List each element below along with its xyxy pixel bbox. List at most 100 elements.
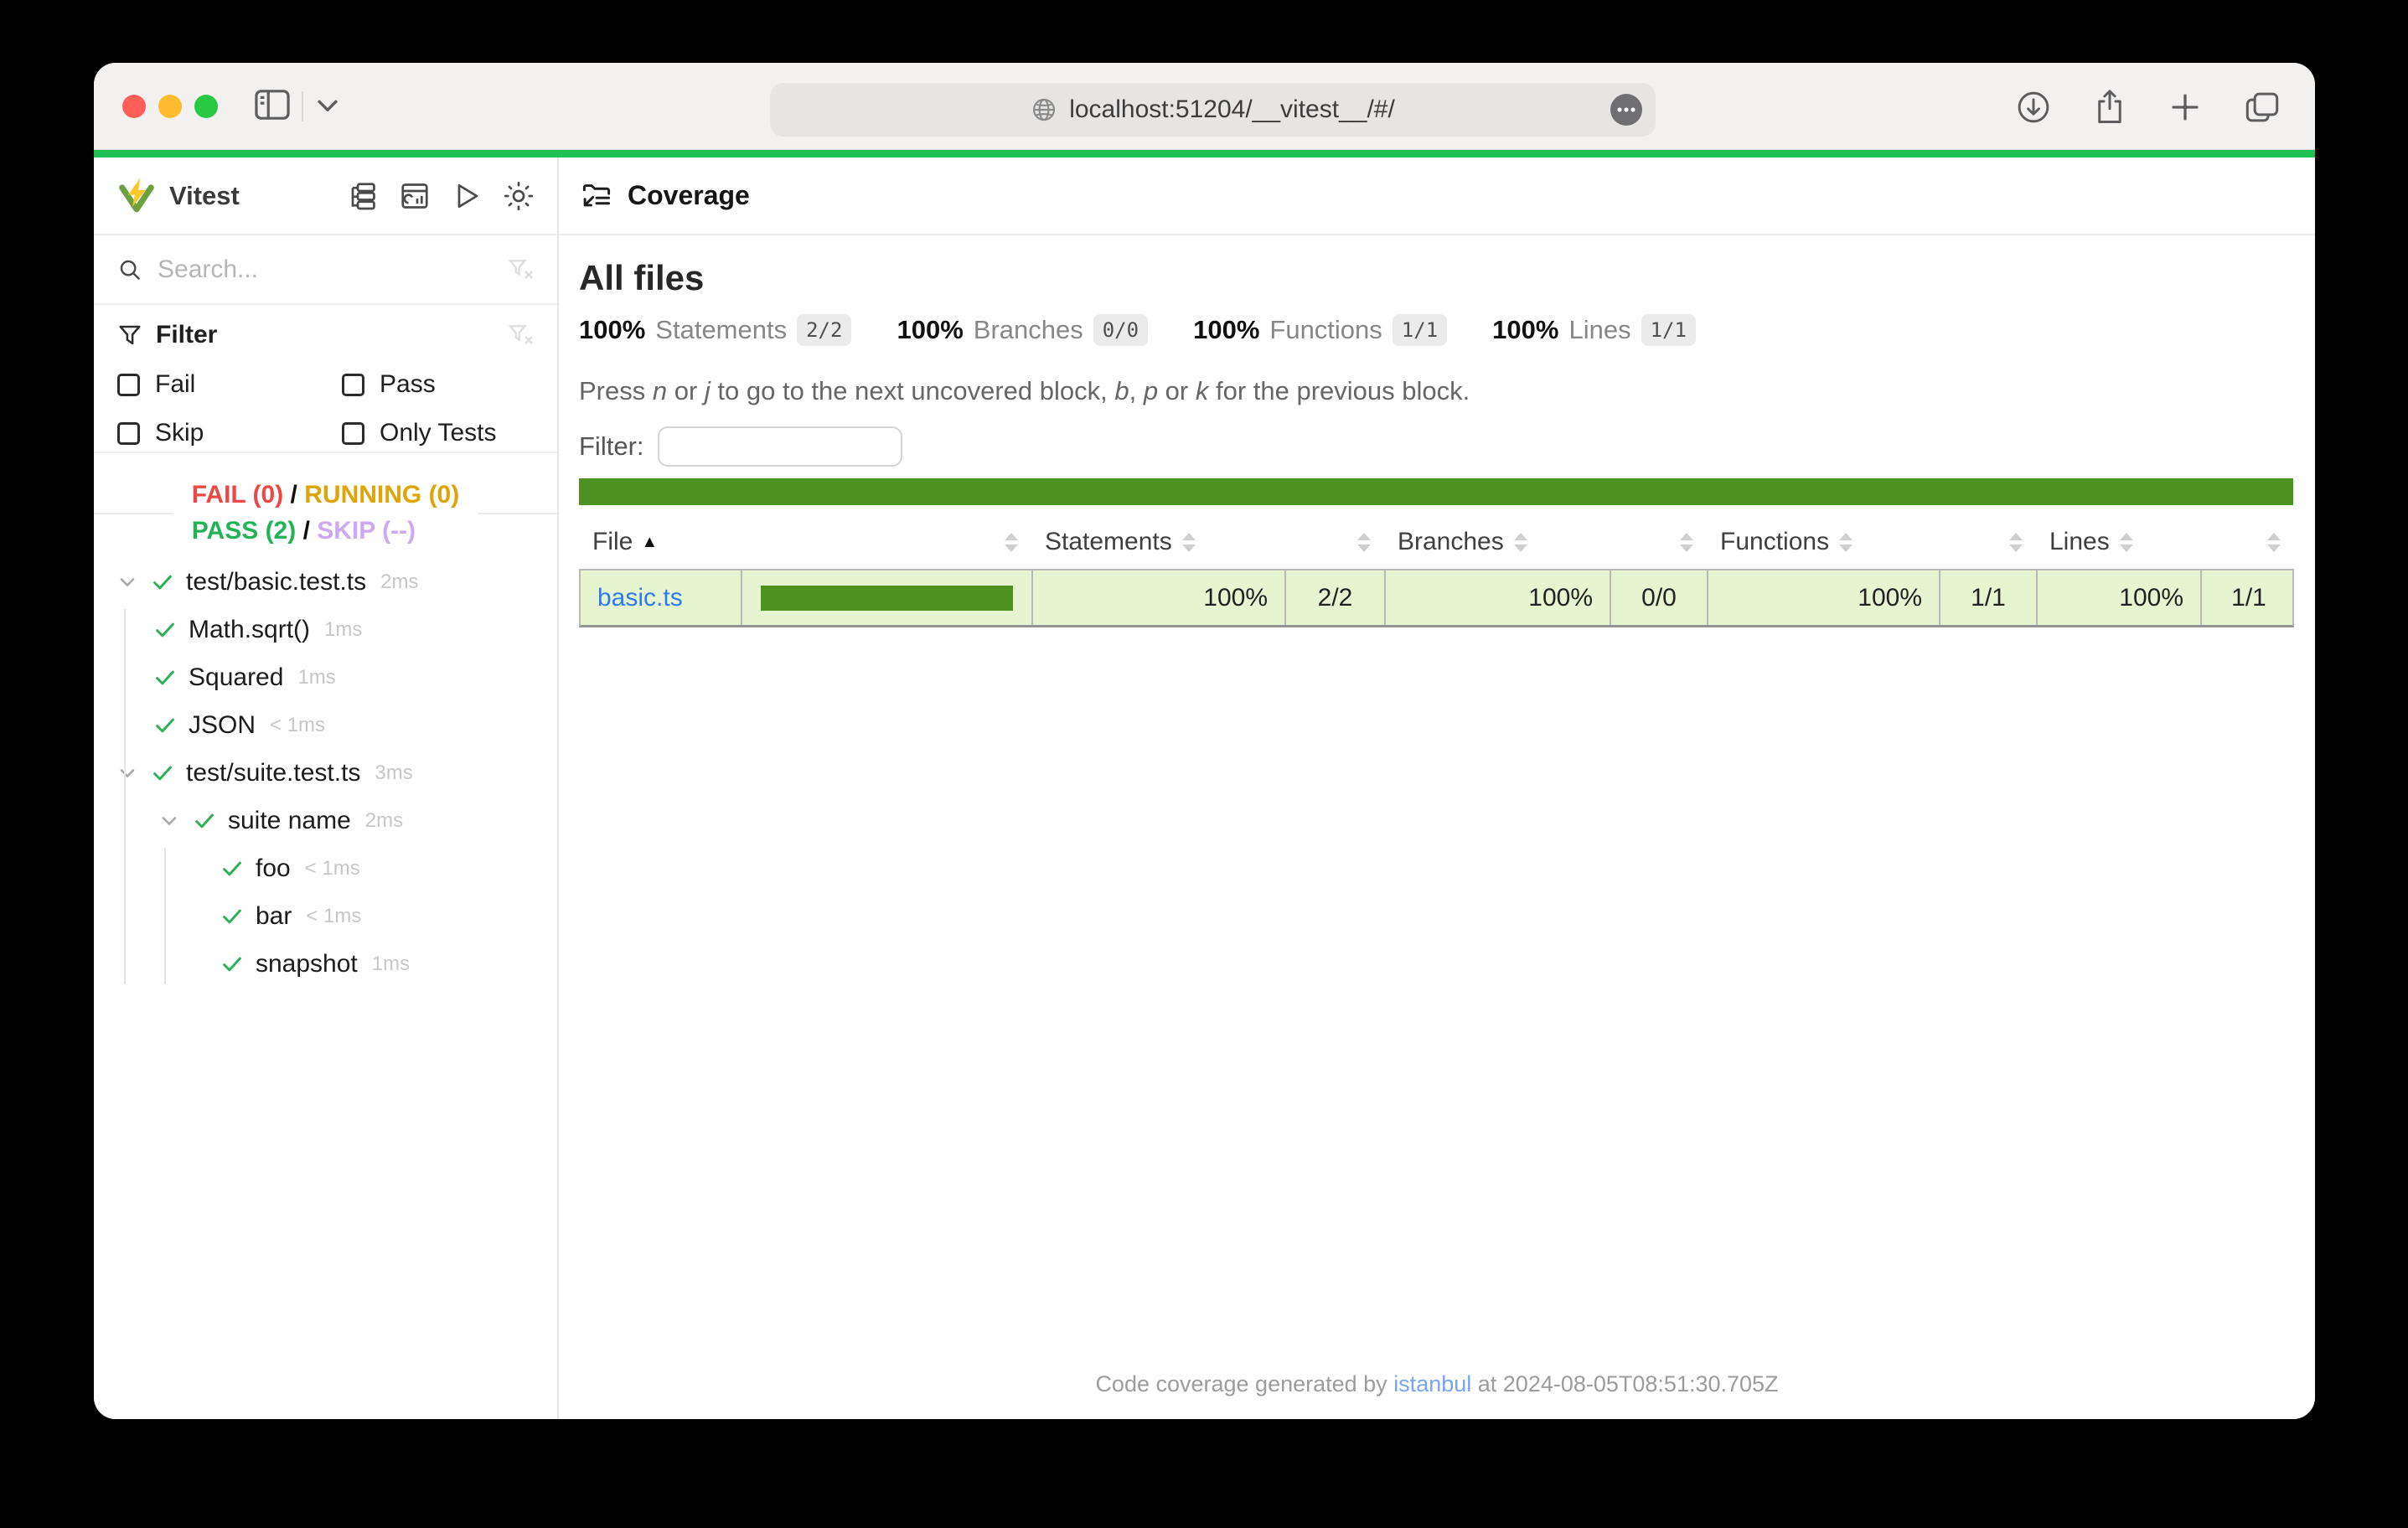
search-input[interactable] bbox=[158, 256, 492, 284]
vitest-logo-icon bbox=[117, 177, 156, 215]
pass-check-icon bbox=[192, 808, 217, 834]
stat-fraction-badge: 2/2 bbox=[797, 314, 851, 346]
tree-item-file[interactable]: test/basic.test.ts 2ms bbox=[94, 558, 557, 606]
clear-search-filter-icon[interactable] bbox=[507, 256, 534, 283]
column-header-lines-abs[interactable] bbox=[2200, 533, 2294, 552]
stat-statements: 100% Statements 2/2 bbox=[579, 314, 851, 346]
column-header-lines[interactable]: Lines bbox=[2036, 528, 2200, 556]
tree-view-icon[interactable] bbox=[348, 181, 378, 211]
url-text: localhost:51204/__vitest__/#/ bbox=[1069, 96, 1395, 124]
run-summary: FAIL (0) / RUNNING (0) PASS (2) / SKIP (… bbox=[94, 453, 557, 558]
stat-lines: 100% Lines 1/1 bbox=[1492, 314, 1696, 346]
file-coverage-bar-fill bbox=[761, 586, 1013, 611]
pass-check-icon bbox=[152, 665, 178, 690]
sidebar: Vitest bbox=[94, 157, 559, 1419]
zoom-window-button[interactable] bbox=[194, 95, 218, 118]
branches-frac-cell: 0/0 bbox=[1611, 570, 1708, 625]
istanbul-link[interactable]: istanbul bbox=[1393, 1371, 1471, 1396]
checkbox-icon[interactable] bbox=[342, 374, 364, 396]
browser-window: localhost:51204/__vitest__/#/ bbox=[94, 63, 2315, 1419]
pass-check-icon bbox=[150, 761, 175, 786]
filter-checkbox-only-tests[interactable]: Only Tests bbox=[342, 419, 534, 447]
chevron-down-icon[interactable] bbox=[116, 761, 139, 785]
pass-check-icon bbox=[220, 952, 245, 977]
tree-item-test[interactable]: Squared 1ms bbox=[94, 653, 557, 701]
sorter-icon bbox=[2009, 533, 2023, 552]
tree-item-test[interactable]: JSON < 1ms bbox=[94, 701, 557, 749]
tree-item-test[interactable]: bar < 1ms bbox=[94, 892, 557, 940]
pass-check-icon bbox=[220, 904, 245, 929]
sorter-icon bbox=[1680, 533, 1693, 552]
filter-checkbox-skip[interactable]: Skip bbox=[117, 419, 342, 447]
file-cell: basic.ts bbox=[581, 570, 742, 625]
stat-fraction-badge: 1/1 bbox=[1641, 314, 1696, 346]
branches-pct-cell: 100% bbox=[1386, 570, 1611, 625]
column-header-graph[interactable] bbox=[741, 533, 1031, 552]
tab-overview-icon[interactable] bbox=[2243, 89, 2281, 126]
sidebar-toggle-icon[interactable] bbox=[253, 88, 292, 121]
checkbox-icon[interactable] bbox=[117, 374, 140, 396]
chevron-down-icon[interactable] bbox=[116, 570, 139, 594]
coverage-body: All files 100% Statements 2/2 100% Branc… bbox=[559, 235, 2315, 1419]
sorter-icon bbox=[1839, 533, 1853, 552]
filter-section: Filter Fail Pass bbox=[94, 305, 557, 453]
toolbar-separator bbox=[302, 91, 303, 121]
share-icon[interactable] bbox=[2092, 88, 2127, 126]
downloads-icon[interactable] bbox=[2015, 89, 2052, 126]
summary-line-2: PASS (2) / SKIP (--) bbox=[192, 513, 459, 549]
statements-frac-cell: 2/2 bbox=[1286, 570, 1386, 625]
column-header-statements-abs[interactable] bbox=[1284, 533, 1384, 552]
traffic-lights bbox=[122, 95, 218, 118]
file-link[interactable]: basic.ts bbox=[597, 584, 683, 612]
stat-fraction-badge: 1/1 bbox=[1393, 314, 1447, 346]
coverage-filter-input[interactable] bbox=[658, 426, 902, 467]
sorter-icon bbox=[1514, 533, 1527, 552]
dashboard-icon[interactable] bbox=[400, 181, 430, 211]
main-panel: Coverage All files 100% Statements 2/2 1… bbox=[559, 157, 2315, 1419]
sidebar-header: Vitest bbox=[94, 157, 557, 235]
chevron-down-icon[interactable] bbox=[313, 96, 342, 116]
tree-item-test[interactable]: Math.sqrt() 1ms bbox=[94, 606, 557, 653]
tree-item-test[interactable]: snapshot 1ms bbox=[94, 940, 557, 988]
summary-line-1: FAIL (0) / RUNNING (0) bbox=[192, 477, 459, 513]
search-row bbox=[94, 235, 557, 305]
tree-item-test[interactable]: foo < 1ms bbox=[94, 844, 557, 892]
filter-checkbox-fail[interactable]: Fail bbox=[117, 370, 342, 399]
minimize-window-button[interactable] bbox=[158, 95, 182, 118]
checkbox-icon[interactable] bbox=[117, 422, 140, 445]
column-header-branches[interactable]: Branches bbox=[1384, 528, 1610, 556]
all-files-heading: All files bbox=[579, 257, 2293, 299]
keyboard-hint: Press n or j to go to the next uncovered… bbox=[579, 376, 2293, 406]
page-settings-button[interactable] bbox=[1610, 94, 1642, 126]
stat-branches: 100% Branches 0/0 bbox=[897, 314, 1148, 346]
coverage-stats: 100% Statements 2/2 100% Branches 0/0 10… bbox=[579, 314, 2293, 346]
functions-pct-cell: 100% bbox=[1708, 570, 1940, 625]
pass-check-icon bbox=[150, 570, 175, 595]
pass-check-icon bbox=[152, 713, 178, 738]
run-all-icon[interactable] bbox=[452, 181, 482, 211]
column-header-branches-abs[interactable] bbox=[1610, 533, 1707, 552]
theme-toggle-sun-icon[interactable] bbox=[504, 181, 534, 211]
chevron-down-icon[interactable] bbox=[158, 809, 181, 833]
column-header-functions[interactable]: Functions bbox=[1707, 528, 1939, 556]
column-header-file[interactable]: File▲ bbox=[579, 528, 741, 556]
filter-checkbox-pass[interactable]: Pass bbox=[342, 370, 534, 399]
column-header-functions-abs[interactable] bbox=[1939, 533, 2036, 552]
new-tab-icon[interactable] bbox=[2168, 90, 2203, 125]
test-tree: test/basic.test.ts 2ms Math.sqrt() 1ms S… bbox=[94, 558, 557, 1419]
sort-asc-icon: ▲ bbox=[641, 533, 658, 552]
checkbox-icon[interactable] bbox=[342, 422, 364, 445]
address-bar[interactable]: localhost:51204/__vitest__/#/ bbox=[770, 83, 1656, 137]
column-header-statements[interactable]: Statements bbox=[1031, 528, 1284, 556]
tree-item-file[interactable]: test/suite.test.ts 3ms bbox=[94, 749, 557, 797]
funnel-icon bbox=[117, 323, 142, 348]
table-row: basic.ts 100% 2/2 100% 0/0 100% 1/1 100%… bbox=[579, 569, 2294, 627]
browser-toolbar: localhost:51204/__vitest__/#/ bbox=[94, 63, 2315, 150]
tree-item-suite[interactable]: suite name 2ms bbox=[94, 797, 557, 844]
pass-check-icon bbox=[152, 617, 178, 643]
close-window-button[interactable] bbox=[122, 95, 146, 118]
clear-filter-icon[interactable] bbox=[507, 322, 534, 348]
filter-title: Filter bbox=[156, 321, 217, 349]
globe-icon bbox=[1031, 96, 1057, 123]
coverage-footer: Code coverage generated by istanbul at 2… bbox=[559, 1371, 2315, 1397]
